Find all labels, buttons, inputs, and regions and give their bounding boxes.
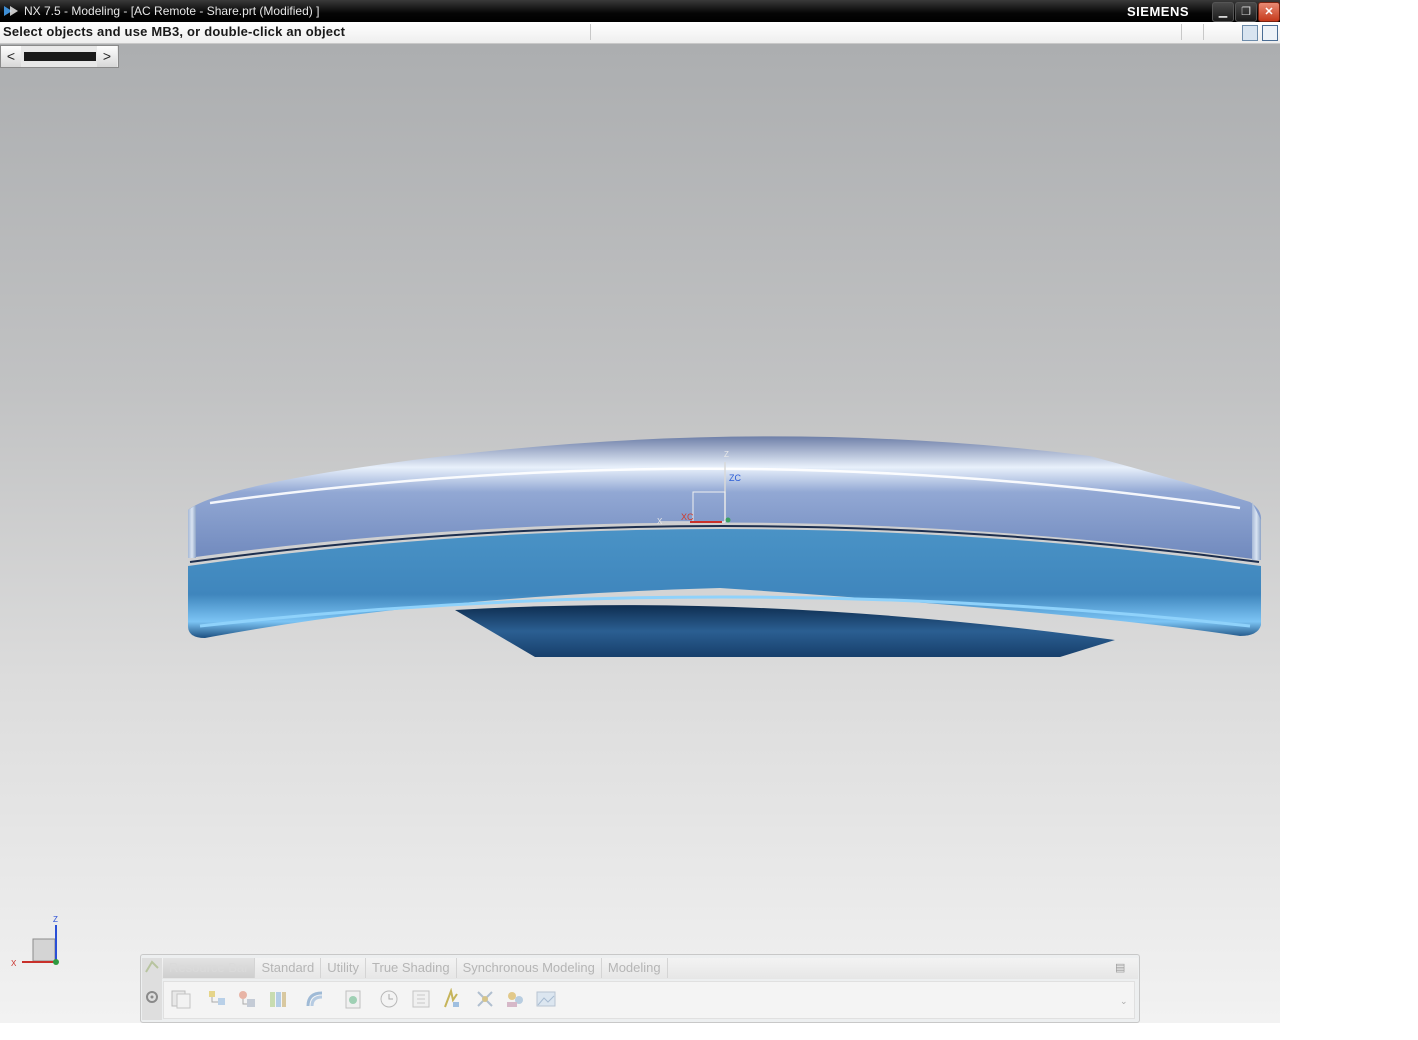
- panel-menu-icon[interactable]: ▤: [1115, 961, 1131, 975]
- graphics-window[interactable]: Z ZC XC X Z X: [0, 44, 1280, 1023]
- settings-icon[interactable]: [142, 958, 162, 1020]
- triad-z-label: Z: [53, 915, 58, 924]
- title-bar[interactable]: NX 7.5 - Modeling - [AC Remote - Share.p…: [0, 0, 1280, 22]
- nav-track[interactable]: [24, 52, 96, 61]
- window-title: NX 7.5 - Modeling - [AC Remote - Share.p…: [24, 4, 320, 18]
- left-end-cap: [188, 505, 196, 558]
- system-scenes-icon[interactable]: [535, 988, 557, 1010]
- close-button[interactable]: ✕: [1258, 2, 1280, 22]
- part-navigator-icon[interactable]: [267, 988, 289, 1010]
- restore-button[interactable]: ❐: [1235, 2, 1257, 22]
- process-studio-icon[interactable]: [440, 988, 462, 1010]
- manufacturing-wizard-icon[interactable]: [474, 988, 496, 1010]
- tab-modeling[interactable]: Modeling: [602, 958, 668, 978]
- tab-resource-bar[interactable]: Resource Bar: [163, 958, 256, 978]
- status-line: [590, 24, 1181, 40]
- wcs-xc-label: XC: [681, 512, 694, 522]
- history-icon[interactable]: [378, 988, 400, 1010]
- cue-line: Select objects and use MB3, or double-cl…: [0, 22, 1280, 44]
- tab-standard[interactable]: Standard: [255, 958, 322, 978]
- web-browser-icon[interactable]: [342, 988, 364, 1010]
- tab-synchronous-modeling[interactable]: Synchronous Modeling: [457, 958, 602, 978]
- copy-layout-icon[interactable]: [170, 988, 192, 1010]
- panel-grip[interactable]: [142, 958, 162, 1020]
- system-materials-icon[interactable]: [410, 988, 432, 1010]
- overflow-chevron-icon[interactable]: ⌄: [1120, 996, 1128, 1007]
- wcs-x-label: X: [657, 517, 663, 526]
- prompt-text: Select objects and use MB3, or double-cl…: [3, 24, 346, 39]
- wcs-z-label: Z: [724, 450, 729, 459]
- toolbar-tabs: Resource Bar Standard Utility True Shadi…: [163, 958, 668, 978]
- view-triad[interactable]: Z X: [11, 915, 59, 968]
- nx-logo-icon: [4, 6, 18, 16]
- siemens-brand: SIEMENS: [1127, 4, 1190, 19]
- next-button[interactable]: >: [97, 46, 117, 67]
- roles-icon[interactable]: [504, 988, 526, 1010]
- minimize-button[interactable]: ▁: [1212, 2, 1234, 22]
- previous-button[interactable]: <: [1, 46, 21, 67]
- toolbar-icon-row: ⌄: [163, 981, 1135, 1019]
- tab-utility[interactable]: Utility: [321, 958, 367, 978]
- selection-filter-icon[interactable]: [1242, 25, 1258, 41]
- tab-true-shading[interactable]: True Shading: [366, 958, 457, 978]
- status-divider: [1181, 24, 1202, 40]
- assembly-navigator-icon[interactable]: [206, 988, 228, 1010]
- status-divider: [1203, 24, 1234, 40]
- view-nav-strip[interactable]: < >: [0, 45, 119, 68]
- wcs-zc-label: ZC: [729, 473, 741, 483]
- model-base[interactable]: [455, 605, 1115, 657]
- toolbar-panel: Resource Bar Standard Utility True Shadi…: [140, 954, 1140, 1023]
- model-view[interactable]: Z ZC XC X Z X: [0, 44, 1280, 1023]
- full-screen-icon[interactable]: [1262, 25, 1278, 41]
- reuse-library-icon[interactable]: [304, 988, 326, 1010]
- triad-x-label: X: [11, 959, 17, 968]
- constraint-navigator-icon[interactable]: [236, 988, 258, 1010]
- nx-application-window: NX 7.5 - Modeling - [AC Remote - Share.p…: [0, 0, 1280, 1023]
